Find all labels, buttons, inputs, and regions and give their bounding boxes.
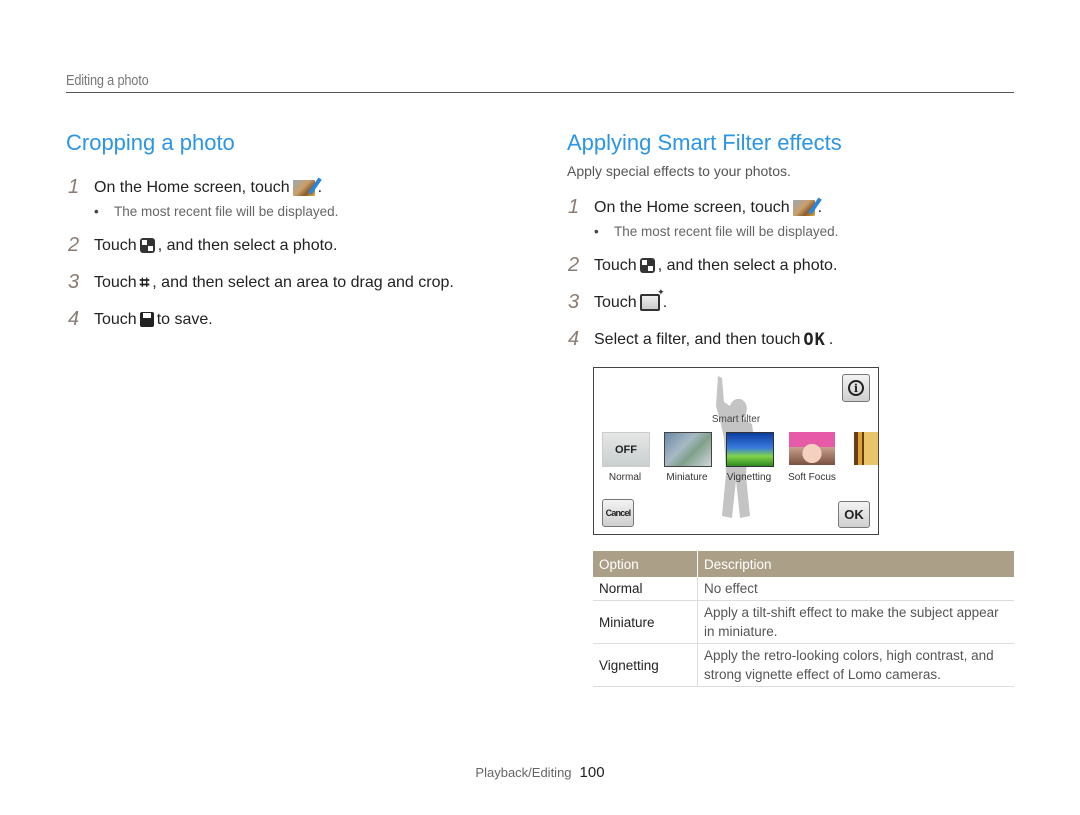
footer-section: Playback/Editing bbox=[475, 765, 572, 780]
filter-thumb-vignetting[interactable] bbox=[726, 432, 774, 467]
crop-step-1: 1 On the Home screen, touch . bbox=[68, 176, 322, 199]
section-label: Editing a photo bbox=[66, 72, 149, 89]
filter-step-3: 3 Touch . bbox=[568, 287, 667, 314]
filter-thumb-soft-focus[interactable] bbox=[789, 432, 835, 465]
step-text-end: . bbox=[828, 330, 834, 348]
option-cell: Vignetting bbox=[593, 643, 698, 687]
description-cell: No effect bbox=[697, 577, 1014, 601]
option-cell: Miniature bbox=[593, 600, 698, 644]
step-number: 2 bbox=[568, 254, 580, 276]
step-number: 2 bbox=[68, 234, 80, 256]
crop-step-3: 3 Touch ⌗ , and then select an area to d… bbox=[68, 271, 454, 294]
smart-filter-intro: Apply special effects to your photos. bbox=[567, 163, 791, 179]
table-row: Miniature Apply a tilt-shift effect to m… bbox=[593, 600, 1014, 644]
smart-filter-screen: i Smart filter OFF Normal Miniature Vign… bbox=[593, 367, 879, 535]
note-text: The most recent file will be displayed. bbox=[114, 204, 339, 219]
bullet-icon: • bbox=[594, 224, 599, 239]
step-number: 1 bbox=[68, 176, 80, 198]
header-option: Option bbox=[593, 551, 698, 577]
save-icon bbox=[139, 312, 154, 327]
info-button[interactable]: i bbox=[842, 374, 870, 402]
filter-thumb-normal[interactable]: OFF bbox=[602, 432, 650, 467]
step-number: 4 bbox=[568, 328, 580, 350]
header-description: Description bbox=[697, 551, 1014, 577]
crop-icon: ⌗ bbox=[139, 272, 150, 292]
step-text-end: , and then select a photo. bbox=[657, 256, 838, 274]
description-cell: Apply a tilt-shift effect to make the su… bbox=[697, 600, 1014, 644]
header-divider bbox=[66, 92, 1014, 93]
smart-filter-title: Applying Smart Filter effects bbox=[567, 130, 842, 155]
filter-step-1: 1 On the Home screen, touch . bbox=[568, 196, 822, 219]
info-icon: i bbox=[848, 380, 864, 396]
ok-button[interactable]: OK bbox=[838, 501, 870, 528]
off-label: OFF bbox=[615, 443, 637, 456]
filter-label-vignetting: Vignetting bbox=[726, 472, 772, 483]
step-text: Touch bbox=[94, 236, 137, 254]
bullet-icon: • bbox=[94, 204, 99, 219]
table-header-row: Option Description bbox=[593, 551, 1014, 577]
step-text: Touch bbox=[94, 310, 137, 328]
table-row: Vignetting Apply the retro-looking color… bbox=[593, 643, 1014, 687]
crop-step-2: 2 Touch , and then select a photo. bbox=[68, 234, 337, 257]
page-footer: Playback/Editing 100 bbox=[0, 764, 1080, 781]
cropping-title: Cropping a photo bbox=[66, 130, 235, 155]
step-text: Select a filter, and then touch bbox=[594, 330, 801, 348]
option-cell: Normal bbox=[593, 577, 698, 601]
step-text: Touch bbox=[594, 256, 637, 274]
step-text: Touch bbox=[94, 273, 137, 291]
step-number: 3 bbox=[68, 271, 80, 293]
step-text-end: to save. bbox=[156, 310, 213, 328]
cancel-button[interactable]: Cancel bbox=[602, 499, 634, 527]
step-text: Touch bbox=[594, 293, 637, 311]
gallery-icon bbox=[292, 179, 315, 196]
filter-label-soft-focus: Soft Focus bbox=[788, 472, 836, 483]
step-text: On the Home screen, touch bbox=[594, 198, 790, 216]
smart-filter-icon bbox=[639, 287, 665, 311]
ok-glyph-icon: OK bbox=[803, 329, 826, 350]
screen-title: Smart filter bbox=[711, 414, 761, 425]
filter-label-normal: Normal bbox=[608, 472, 642, 483]
filter-label-miniature: Miniature bbox=[666, 472, 708, 483]
gallery-icon bbox=[792, 199, 815, 216]
page-number: 100 bbox=[579, 764, 605, 781]
step-number: 3 bbox=[568, 291, 580, 313]
filter-step-1-note: • The most recent file will be displayed. bbox=[594, 224, 838, 239]
step-text-end: , and then select an area to drag and cr… bbox=[152, 273, 454, 291]
step-text: On the Home screen, touch bbox=[94, 178, 290, 196]
description-cell: Apply the retro-looking colors, high con… bbox=[697, 643, 1014, 687]
filter-thumb-miniature[interactable] bbox=[664, 432, 712, 467]
filter-thumb-film[interactable] bbox=[854, 432, 878, 465]
note-text: The most recent file will be displayed. bbox=[614, 224, 839, 239]
thumbnail-grid-icon bbox=[639, 258, 655, 273]
step-number: 4 bbox=[68, 308, 80, 330]
options-table: Option Description Normal No effect Mini… bbox=[593, 551, 1014, 687]
crop-step-4: 4 Touch to save. bbox=[68, 308, 213, 331]
thumbnail-grid-icon bbox=[139, 238, 155, 253]
table-row: Normal No effect bbox=[593, 577, 1014, 601]
filter-step-4: 4 Select a filter, and then touch OK . bbox=[568, 328, 833, 351]
filter-step-2: 2 Touch , and then select a photo. bbox=[568, 254, 837, 277]
step-number: 1 bbox=[568, 196, 580, 218]
crop-step-1-note: • The most recent file will be displayed. bbox=[94, 204, 338, 219]
step-text-end: , and then select a photo. bbox=[157, 236, 338, 254]
